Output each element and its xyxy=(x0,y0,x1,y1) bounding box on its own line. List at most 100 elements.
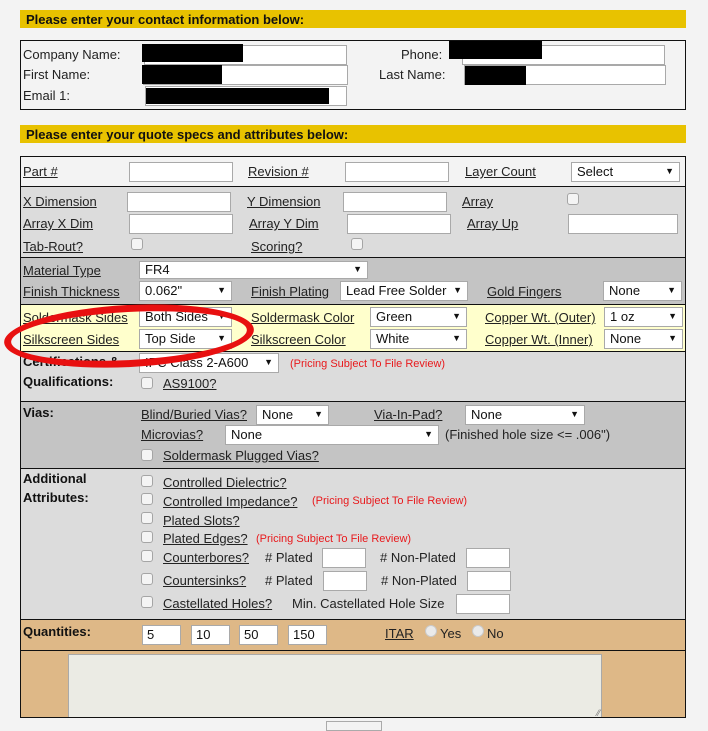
copper-inner-select[interactable]: None ▼ xyxy=(604,329,683,349)
first-name-label: First Name: xyxy=(23,67,91,82)
part-number-label[interactable]: Part # xyxy=(23,164,58,179)
layer-count-select[interactable]: Select ▼ xyxy=(571,162,680,182)
submit-button[interactable] xyxy=(326,721,382,731)
countersinks-plated-input[interactable] xyxy=(323,571,367,591)
microvias-label[interactable]: Microvias? xyxy=(141,427,203,442)
soldermask-color-select[interactable]: Green ▼ xyxy=(370,307,467,327)
finish-thickness-select[interactable]: 0.062" ▼ xyxy=(139,281,232,301)
via-in-pad-label[interactable]: Via-In-Pad? xyxy=(374,407,442,422)
y-dimension-label[interactable]: Y Dimension xyxy=(247,194,320,209)
plugged-vias-label[interactable]: Soldermask Plugged Vias? xyxy=(163,448,319,463)
finish-thickness-label[interactable]: Finish Thickness xyxy=(23,284,120,299)
as9100-checkbox[interactable] xyxy=(141,377,153,389)
microvias-note: (Finished hole size <= .006") xyxy=(445,427,611,442)
itar-yes-radio[interactable] xyxy=(425,625,437,637)
min-castellated-input[interactable] xyxy=(456,594,510,614)
quantity-input-2[interactable]: 10 xyxy=(191,625,230,645)
countersinks-checkbox[interactable] xyxy=(141,573,153,585)
array-checkbox[interactable] xyxy=(567,193,579,205)
itar-label[interactable]: ITAR xyxy=(385,626,414,641)
plated-edges-checkbox[interactable] xyxy=(141,531,153,543)
x-dimension-label[interactable]: X Dimension xyxy=(23,194,97,209)
array-x-dim-label[interactable]: Array X Dim xyxy=(23,216,93,231)
tab-rout-label[interactable]: Tab-Rout? xyxy=(23,239,83,254)
itar-no-radio[interactable] xyxy=(472,625,484,637)
castellated-label[interactable]: Castellated Holes? xyxy=(163,596,272,611)
quantity-input-4[interactable]: 150 xyxy=(288,625,327,645)
chevron-down-icon: ▼ xyxy=(217,311,226,321)
array-y-dim-input[interactable] xyxy=(347,214,451,234)
soldermask-color-label[interactable]: Soldermask Color xyxy=(251,310,354,325)
array-up-input[interactable] xyxy=(568,214,678,234)
scoring-label[interactable]: Scoring? xyxy=(251,239,302,254)
company-name-label: Company Name: xyxy=(23,47,121,62)
microvias-select[interactable]: None ▼ xyxy=(225,425,439,445)
array-label[interactable]: Array xyxy=(462,194,493,209)
tab-rout-checkbox[interactable] xyxy=(131,238,143,250)
controlled-impedance-checkbox[interactable] xyxy=(141,493,153,505)
counterbores-label[interactable]: Counterbores? xyxy=(163,550,249,565)
edges-pricing-note: (Pricing Subject To File Review) xyxy=(256,533,412,545)
plugged-vias-checkbox[interactable] xyxy=(141,449,153,461)
redaction xyxy=(142,44,243,62)
copper-outer-label[interactable]: Copper Wt. (Outer) xyxy=(485,310,596,325)
soldermask-sides-select[interactable]: Both Sides ▼ xyxy=(139,307,232,327)
plated-edges-label[interactable]: Plated Edges? xyxy=(163,531,248,546)
counterbores-checkbox[interactable] xyxy=(141,550,153,562)
soldermask-sides-value: Both Sides xyxy=(145,309,208,324)
copper-inner-label[interactable]: Copper Wt. (Inner) xyxy=(485,332,593,347)
gold-fingers-label[interactable]: Gold Fingers xyxy=(487,284,561,299)
revision-input[interactable] xyxy=(345,162,449,182)
certifications-label-line1: Certifications & xyxy=(23,354,120,369)
layer-count-value: Select xyxy=(577,164,614,179)
plated-slots-label[interactable]: Plated Slots? xyxy=(163,513,240,528)
silkscreen-color-select[interactable]: White ▼ xyxy=(370,329,467,349)
array-up-label[interactable]: Array Up xyxy=(467,216,518,231)
resize-grip-icon[interactable]: ⁄⁄ xyxy=(597,708,600,717)
part-number-input[interactable] xyxy=(129,162,233,182)
soldermask-sides-label[interactable]: Soldermask Sides xyxy=(23,310,128,325)
material-type-label[interactable]: Material Type xyxy=(23,263,101,278)
countersinks-nonplated-label: # Non-Plated xyxy=(381,573,457,588)
array-y-dim-label[interactable]: Array Y Dim xyxy=(249,216,319,231)
pricing-note: (Pricing Subject To File Review) xyxy=(290,358,446,370)
controlled-dielectric-checkbox[interactable] xyxy=(141,475,153,487)
chevron-down-icon: ▼ xyxy=(264,357,273,367)
silkscreen-color-label[interactable]: Silkscreen Color xyxy=(251,332,346,347)
as9100-label[interactable]: AS9100? xyxy=(163,376,217,391)
contact-banner: Please enter your contact information be… xyxy=(20,10,686,28)
silkscreen-sides-select[interactable]: Top Side ▼ xyxy=(139,329,232,349)
copper-outer-select[interactable]: 1 oz ▼ xyxy=(604,307,683,327)
x-dimension-input[interactable] xyxy=(127,192,231,212)
blind-buried-vias-select[interactable]: None ▼ xyxy=(256,405,329,425)
copper-inner-value: None xyxy=(610,331,642,346)
quantity-input-1[interactable]: 5 xyxy=(142,625,181,645)
material-type-select[interactable]: FR4 ▼ xyxy=(139,261,368,279)
silkscreen-sides-label[interactable]: Silkscreen Sides xyxy=(23,332,119,347)
finish-plating-label[interactable]: Finish Plating xyxy=(251,284,329,299)
impedance-pricing-note: (Pricing Subject To File Review) xyxy=(312,495,468,507)
via-in-pad-select[interactable]: None ▼ xyxy=(465,405,585,425)
plated-slots-checkbox[interactable] xyxy=(141,512,153,524)
revision-label[interactable]: Revision # xyxy=(248,164,309,179)
castellated-checkbox[interactable] xyxy=(141,596,153,608)
counterbores-plated-input[interactable] xyxy=(322,548,366,568)
quantity-input-3[interactable]: 50 xyxy=(239,625,278,645)
countersinks-label[interactable]: Countersinks? xyxy=(163,573,246,588)
counterbores-nonplated-input[interactable] xyxy=(466,548,510,568)
scoring-checkbox[interactable] xyxy=(351,238,363,250)
layer-count-label[interactable]: Layer Count xyxy=(465,164,536,179)
certification-select[interactable]: IPC Class 2-A600 ▼ xyxy=(139,353,279,373)
blind-buried-vias-label[interactable]: Blind/Buried Vias? xyxy=(141,407,247,422)
notes-textarea[interactable]: ⁄⁄ xyxy=(68,654,602,717)
specs-panel: Part # Revision # Layer Count Select ▼ X … xyxy=(20,156,686,718)
array-x-dim-input[interactable] xyxy=(129,214,233,234)
controlled-impedance-label[interactable]: Controlled Impedance? xyxy=(163,494,297,509)
phone-label: Phone: xyxy=(401,47,443,62)
blind-buried-vias-value: None xyxy=(262,407,294,422)
y-dimension-input[interactable] xyxy=(343,192,447,212)
gold-fingers-select[interactable]: None ▼ xyxy=(603,281,682,301)
countersinks-nonplated-input[interactable] xyxy=(467,571,511,591)
finish-plating-select[interactable]: Lead Free Solder ▼ xyxy=(340,281,468,301)
controlled-dielectric-label[interactable]: Controlled Dielectric? xyxy=(163,475,287,490)
